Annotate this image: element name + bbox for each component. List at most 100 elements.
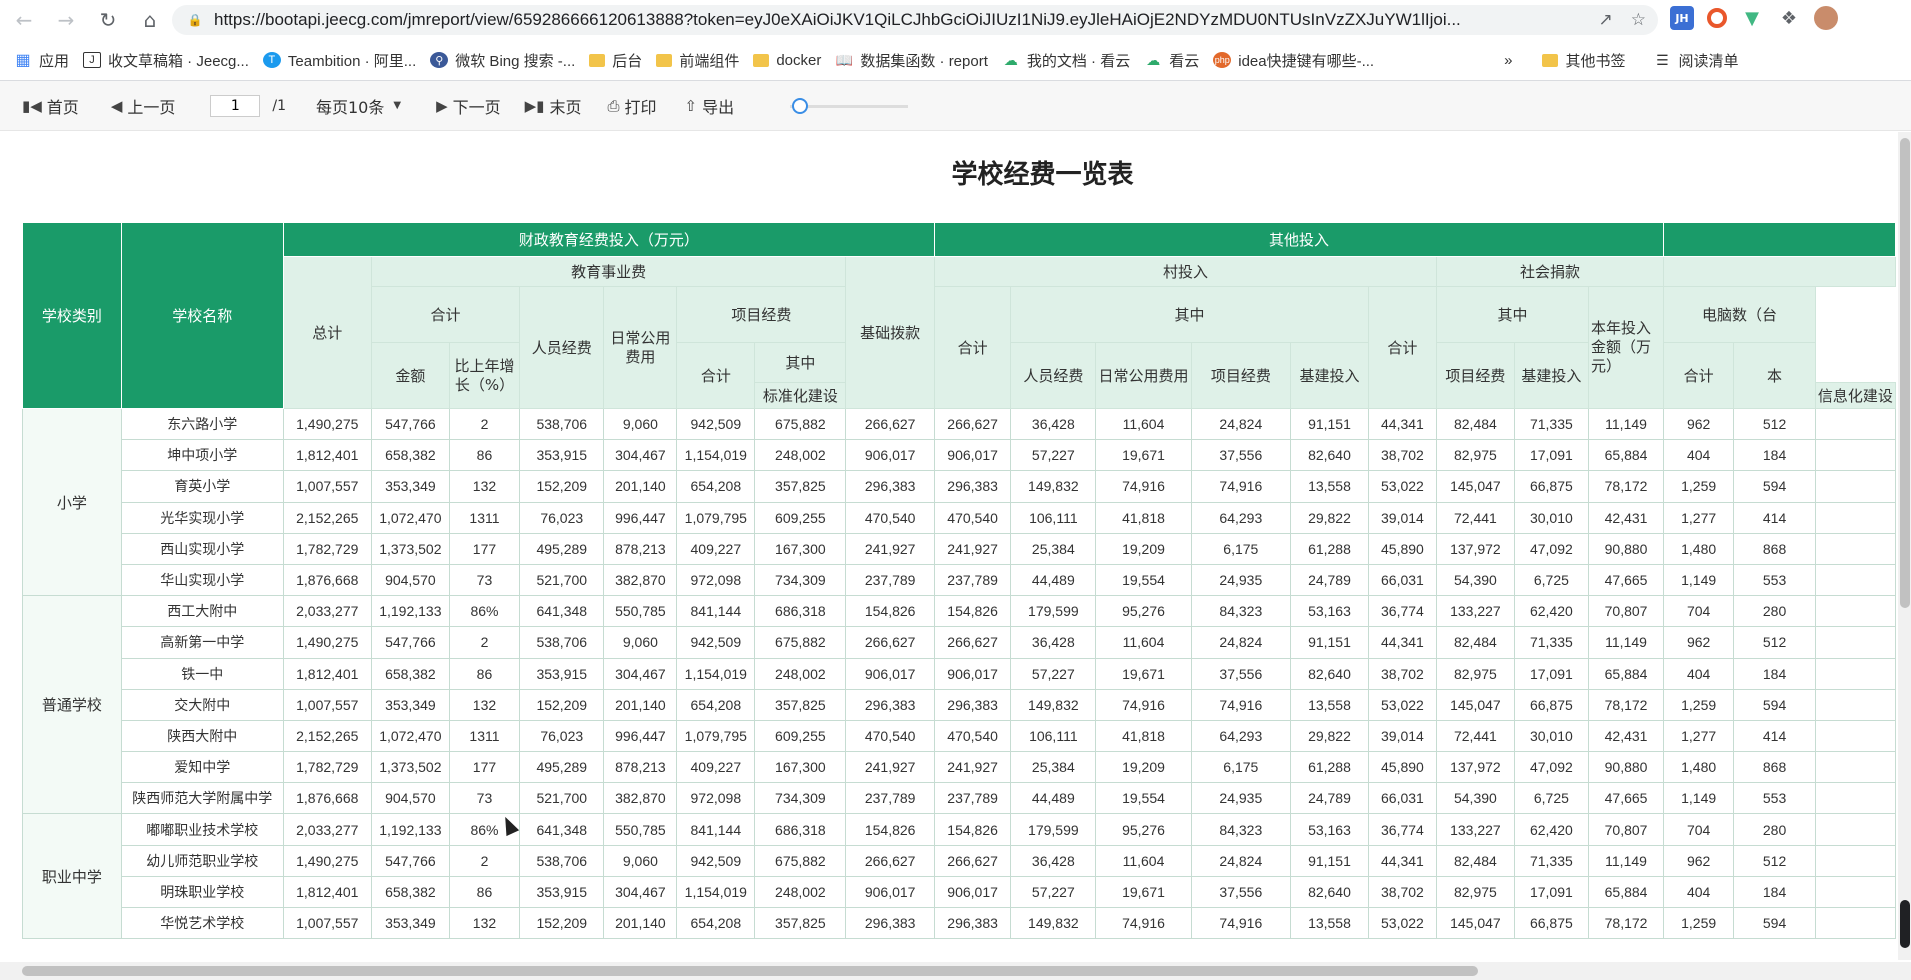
forward-arrow-icon[interactable]: → xyxy=(48,2,84,38)
horizontal-scrollbar-thumb[interactable] xyxy=(22,966,1478,976)
address-bar[interactable]: 🔒 https://bootapi.jeecg.com/jmreport/vie… xyxy=(172,5,1658,35)
vertical-scrollbar-thumb[interactable] xyxy=(1900,138,1910,608)
value-cell: 1,007,557 xyxy=(282,688,372,721)
bookmark-reading-list[interactable]: ☰ 阅读清单 xyxy=(1653,50,1738,71)
lock-icon[interactable]: 🔒 xyxy=(188,13,203,27)
value-cell: 47,665 xyxy=(1588,563,1665,597)
value-cell: 152,209 xyxy=(519,906,605,940)
value-cell: 2,152,265 xyxy=(282,719,372,753)
value-cell: 641,348 xyxy=(519,813,605,846)
print-button[interactable]: ⎙ 打印 xyxy=(607,94,656,118)
header-basic: 基础拨款 xyxy=(845,256,935,409)
value-cell: 133,227 xyxy=(1436,813,1515,846)
url-text[interactable]: https://bootapi.jeecg.com/jmreport/view/… xyxy=(214,10,1604,30)
jh-extension-icon[interactable]: JH xyxy=(1670,6,1694,30)
header-village-sum: 合计 xyxy=(933,286,1012,409)
school-name-cell: 华山实现小学 xyxy=(120,563,284,597)
first-page-button[interactable]: ▮◀ 首页 xyxy=(22,94,79,118)
value-cell: 53,163 xyxy=(1290,595,1369,628)
next-page-button[interactable]: ▶ 下一页 xyxy=(436,94,501,118)
export-button[interactable]: ⇧ 导出 xyxy=(684,94,734,118)
value-cell: 149,832 xyxy=(1010,906,1097,940)
header-social: 社会捐款 xyxy=(1436,256,1665,287)
value-cell: 71,335 xyxy=(1513,626,1590,659)
header-social-build: 基建投入 xyxy=(1513,342,1590,409)
value-cell: 906,017 xyxy=(845,439,935,472)
vue-devtools-icon[interactable]: ▼ xyxy=(1740,6,1764,30)
value-cell: 1,154,019 xyxy=(676,439,756,472)
value-cell: 1,007,557 xyxy=(282,906,372,940)
bookmark-folder[interactable]: 前端组件 xyxy=(656,50,739,71)
star-bookmark-icon[interactable]: ☆ xyxy=(1631,10,1646,30)
share-icon[interactable]: ↗ xyxy=(1599,10,1613,30)
value-cell: 547,766 xyxy=(370,626,450,659)
page-number-input[interactable] xyxy=(210,94,261,117)
last-page-icon: ▶▮ xyxy=(524,96,545,115)
value-cell: 37,556 xyxy=(1190,439,1292,472)
bookmarks-bar: ▦ 应用 J 收文草稿箱 · Jeecg... T Teambition · 阿里..… xyxy=(0,42,1911,78)
table-row: 交大附中 1,007,557 353,349 132 152,209 201,140 654… xyxy=(23,688,1896,721)
value-cell: 553 xyxy=(1733,782,1816,815)
bookmarks-overflow-button[interactable]: » xyxy=(1504,52,1512,69)
value-cell: 353,349 xyxy=(370,906,450,940)
bookmark-apps[interactable]: ▦ 应用 xyxy=(14,50,69,71)
value-cell: 1,259 xyxy=(1663,906,1735,940)
page-size-select[interactable]: 每页10条 ▼ xyxy=(316,94,401,118)
header-staff: 人员经费 xyxy=(519,286,605,409)
value-cell: 878,213 xyxy=(603,532,678,565)
empty-cell xyxy=(1814,439,1896,472)
value-cell: 1,782,729 xyxy=(282,532,372,565)
value-cell: 841,144 xyxy=(676,813,756,846)
value-cell: 353,349 xyxy=(370,688,450,721)
empty-cell xyxy=(1814,782,1896,815)
bookmark-item[interactable]: 📖 数据集函数 · report xyxy=(835,50,988,71)
bookmark-folder[interactable]: docker xyxy=(753,52,821,69)
folder-icon xyxy=(656,53,673,67)
jeecg-icon: J xyxy=(83,52,102,68)
chrome-extension-icon[interactable] xyxy=(1707,8,1727,28)
value-cell: 868 xyxy=(1733,532,1816,565)
bookmark-item[interactable]: ☁ 我的文档 · 看云 xyxy=(1002,50,1130,71)
avatar[interactable] xyxy=(1814,6,1838,30)
value-cell: 248,002 xyxy=(754,439,847,472)
value-cell: 904,570 xyxy=(370,782,450,815)
printer-icon: ⎙ xyxy=(607,96,620,115)
back-arrow-icon[interactable]: ← xyxy=(6,2,42,38)
value-cell: 241,927 xyxy=(845,751,935,784)
value-cell: 404 xyxy=(1663,439,1735,472)
home-icon[interactable]: ⌂ xyxy=(132,2,168,38)
value-cell: 41,818 xyxy=(1095,719,1192,753)
value-cell: 82,975 xyxy=(1436,875,1515,909)
reload-icon[interactable]: ↻ xyxy=(90,2,126,38)
vertical-scrollbar-handle[interactable] xyxy=(1900,900,1910,948)
bookmark-item[interactable]: php idea快捷键有哪些-... xyxy=(1213,50,1374,71)
report-canvas: 学校经费一览表 学校类别 学校名称 财政教育经费投入（万元） 其他投入 总计 教… xyxy=(0,132,1896,960)
bookmark-item[interactable]: ☁ 看云 xyxy=(1144,50,1199,71)
value-cell: 280 xyxy=(1733,595,1816,628)
value-cell: 24,824 xyxy=(1190,626,1292,659)
puzzle-icon[interactable]: ❖ xyxy=(1777,6,1801,30)
value-cell: 82,484 xyxy=(1436,626,1515,659)
prev-page-button[interactable]: ◀ 上一页 xyxy=(111,94,176,118)
header-social-sum: 合计 xyxy=(1367,286,1438,409)
value-cell: 1,072,470 xyxy=(370,719,450,753)
value-cell: 266,627 xyxy=(933,407,1012,441)
bookmark-item[interactable]: T Teambition · 阿里... xyxy=(262,50,416,71)
value-cell: 132 xyxy=(448,688,521,721)
value-cell: 1,876,668 xyxy=(282,563,372,597)
bookmark-item[interactable]: J 收文草稿箱 · Jeecg... xyxy=(83,50,249,71)
value-cell: 71,335 xyxy=(1513,844,1590,877)
bookmark-folder[interactable]: 后台 xyxy=(589,50,642,71)
value-cell: 2,152,265 xyxy=(282,501,372,534)
value-cell: 553 xyxy=(1733,563,1816,597)
value-cell: 24,789 xyxy=(1290,782,1369,815)
value-cell: 1,007,557 xyxy=(282,470,372,503)
last-page-button[interactable]: ▶▮ 末页 xyxy=(525,94,582,118)
bookmark-item[interactable]: ⚲ 微软 Bing 搜索 -... xyxy=(430,50,575,71)
bookmark-other[interactable]: 其他书签 xyxy=(1542,50,1625,71)
folder-icon xyxy=(753,53,770,67)
value-cell: 66,031 xyxy=(1367,563,1438,597)
value-cell: 470,540 xyxy=(845,501,935,534)
value-cell: 266,627 xyxy=(933,844,1012,877)
zoom-slider-handle[interactable] xyxy=(792,98,808,114)
